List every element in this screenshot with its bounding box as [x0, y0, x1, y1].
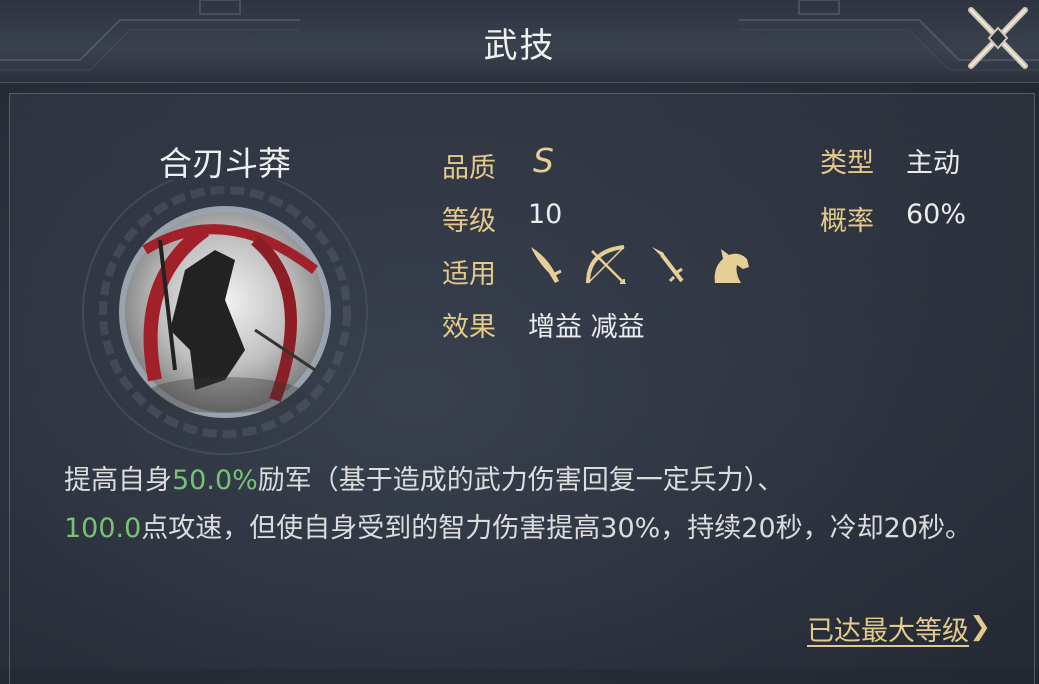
quality-label: 品质	[442, 153, 496, 184]
desc-text-3: 点攻速，但使自身受到的智力伤害提高30%，持续20秒，冷却20秒。	[141, 513, 973, 544]
quality-value: S	[533, 141, 554, 180]
title-bar: 武技	[0, 0, 1039, 83]
saber-icon	[531, 247, 562, 283]
skill-emblem	[82, 180, 368, 455]
chevron-right-icon[interactable]: ❯	[969, 612, 991, 642]
type-value: 主动	[906, 148, 960, 179]
desc-highlight-2: 100.0	[64, 513, 142, 544]
window-title: 武技	[483, 26, 556, 66]
skill-description: 提高自身50.0%励军（基于造成的武力伤害回复一定兵力）、 100.0点攻速，但使…	[64, 457, 984, 553]
applicable-label: 适用	[442, 259, 496, 290]
level-value: 10	[528, 199, 563, 230]
effect-label: 效果	[442, 312, 496, 343]
type-label: 类型	[820, 148, 874, 179]
bow-icon	[586, 245, 627, 284]
desc-text-1: 提高自身	[64, 465, 172, 496]
spear-icon	[652, 247, 684, 283]
close-button[interactable]	[963, 2, 1033, 74]
effect-value: 增益 减益	[528, 312, 645, 343]
desc-text-2: 励军（基于造成的武力伤害回复一定兵力）、	[257, 465, 785, 496]
max-level-link[interactable]: 已达最大等级	[807, 609, 969, 648]
horse-icon	[714, 249, 749, 283]
skill-name: 合刃斗莽	[159, 144, 291, 183]
chance-value: 60%	[906, 199, 967, 230]
level-label: 等级	[442, 206, 496, 237]
desc-highlight-1: 50.0%	[172, 465, 258, 496]
chance-label: 概率	[820, 206, 874, 237]
close-icon	[968, 7, 1028, 69]
